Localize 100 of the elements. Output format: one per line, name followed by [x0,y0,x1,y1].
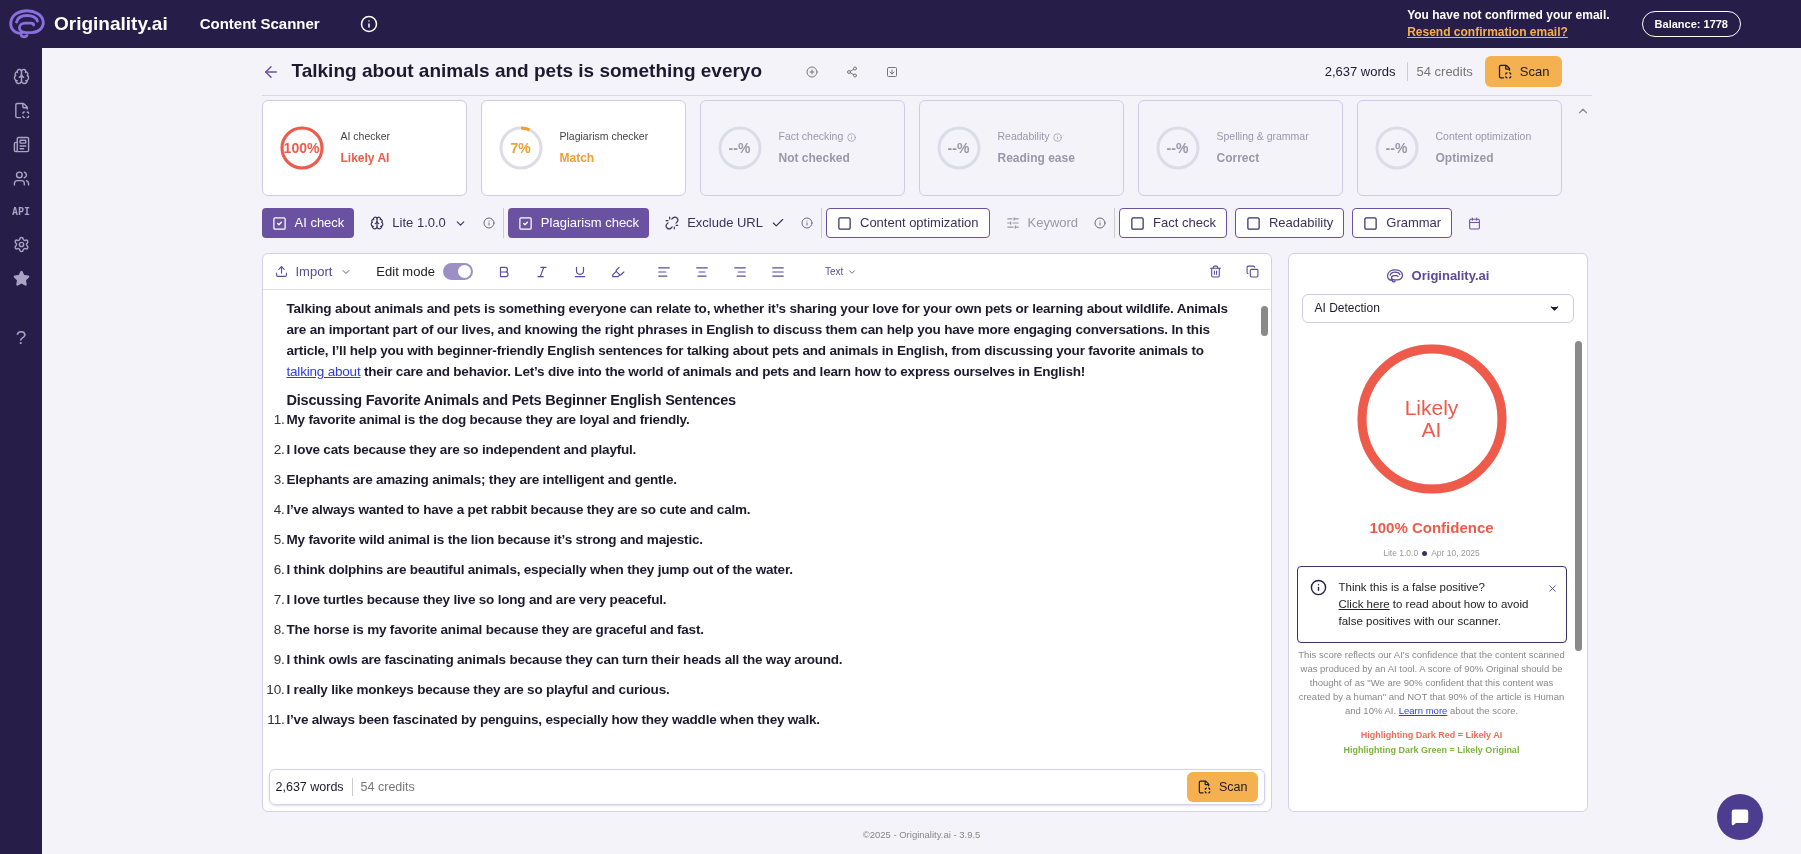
upload-icon [274,265,288,278]
list-item-text: I’ve always been fascinated by penguins, especially how they waddle when they walk. [286,711,820,729]
word-count: 2,637 words [1324,62,1396,81]
score-value: 100% [283,138,320,158]
calendar-icon[interactable] [1468,216,1482,230]
legend-text: Highlighting Dark Red = Likely AI [1360,728,1503,742]
chat-icon [1731,808,1749,826]
check-toggle-button[interactable]: Fact check [1119,208,1227,238]
card-status: Reading ease [997,149,1075,167]
sidebar-nav-icon[interactable] [12,170,30,187]
list-number: 10. [266,681,285,699]
app-title: Content Scanner [199,13,320,34]
model-select[interactable]: Lite 1.0.0 [362,213,475,233]
list-number: 3. [273,471,285,489]
confidence-score: 100% Confidence [1369,517,1494,538]
word-count: 2,637 words [275,778,344,796]
checkbox-icon [1245,215,1261,231]
card-status: Likely AI [340,149,391,167]
detection-mode-select[interactable]: AI Detection [1301,293,1574,323]
click-here-link[interactable]: Click here [1338,597,1390,610]
list-number: 2. [273,441,285,459]
list-number: 11. [267,711,285,729]
model-version: Lite 1.0.0 [1383,547,1419,560]
card-title: Readability [997,129,1050,145]
card-title: Content optimization [1435,129,1532,145]
check-toggle-button[interactable]: Plagiarism check [507,208,650,238]
sidebar-nav-icon[interactable] [12,136,30,153]
edit-mode-switch[interactable] [442,263,473,280]
list-item-text: I love turtles because they live so long and are very peaceful. [286,591,667,609]
card-title: Fact checking [778,129,844,145]
score-value: --% [728,138,751,158]
align-left-icon[interactable] [656,264,671,279]
card-status: Optimized [1435,149,1495,167]
list-item-text: My favorite animal is the dog because they are loyal and friendly. [286,411,690,429]
unlink-icon [665,216,680,230]
panel-brand: Originality.ai [1411,267,1490,285]
check-toggle-button[interactable]: Grammar [1352,208,1453,238]
sidebar-nav-icon[interactable] [12,102,30,119]
align-justify-icon[interactable] [770,264,785,279]
score-ring-icon [278,125,325,171]
brain-logo-icon [1385,268,1404,283]
score-card[interactable]: 7% Plagiarism checker Match [480,100,686,196]
help-nav-item[interactable]: ? [15,324,27,353]
share-icon[interactable] [846,65,859,78]
score-value: 7% [510,138,531,158]
info-icon [1309,578,1327,596]
copyright-footer: ©2025 - Originality.ai - 3.9.5 [42,827,1801,842]
card-title: Spelling & grammar [1216,129,1309,145]
sidebar-nav-icon[interactable] [12,68,30,85]
score-value: --% [1166,138,1189,158]
settings-icon[interactable] [12,236,30,253]
card-title: AI checker [340,129,391,145]
score-ring-icon [497,125,544,171]
copy-icon[interactable] [1245,265,1259,278]
check-toggle-button[interactable]: AI check [261,208,355,238]
star-icon[interactable] [12,270,30,287]
card-status: Not checked [778,149,851,167]
learn-more-link[interactable]: Learn more [1398,704,1448,716]
list-item-text: I love cats because they are so independent and playful. [286,441,637,459]
brand-name: Originality.ai [54,11,168,36]
score-value: --% [947,138,970,158]
check-icon [771,216,785,230]
scan-icon [1496,64,1512,79]
api-nav-item[interactable]: API [11,204,31,219]
download-icon[interactable] [886,65,899,78]
list-item-text: I think owls are fascinating animals because they can turn their heads all the way around. [286,651,843,669]
scan-icon [1197,780,1211,794]
text-style-dropdown[interactable]: Text [824,264,858,279]
card-status: Correct [1216,149,1261,167]
ring-label: Likely AI [1403,396,1460,441]
talking-about-link[interactable]: talking about [286,364,361,379]
score-card[interactable]: 100% AI checker Likely AI [261,100,467,196]
brain-icon [370,216,385,230]
underline-icon[interactable] [572,264,587,279]
checkbox-icon [1363,215,1379,231]
close-icon[interactable] [1546,582,1558,594]
checkbox-icon [517,215,533,231]
check-toggle-button[interactable]: Readability [1234,208,1345,238]
scan-button[interactable]: Scan [1187,771,1258,803]
add-icon[interactable] [806,65,819,78]
scan-date: Apr 10, 2025 [1431,547,1480,560]
delete-icon[interactable] [1208,265,1222,278]
list-number: 8. [273,621,285,639]
list-number: 4. [273,501,285,519]
exclude-url-toggle[interactable]: Exclude URL [657,213,793,233]
check-toggle-button[interactable]: Content optimization [826,208,990,238]
chat-button[interactable] [1717,794,1763,840]
checkbox-icon [271,215,287,231]
list-item-text: I really like monkeys because they are so playful and curious. [286,681,670,699]
scan-button[interactable]: Scan [1484,55,1562,88]
resend-email-link[interactable]: Resend confirmation email? [1407,24,1568,41]
align-center-icon[interactable] [694,264,709,279]
import-button[interactable]: Import [274,261,353,282]
italic-icon[interactable] [534,264,549,279]
highlighter-icon[interactable] [610,264,625,279]
alert-text: Think this is a false positive? Click here to read about how to avoid false positives with our scanner. [1338,579,1530,629]
align-right-icon[interactable] [732,264,747,279]
card-title: Plagiarism checker [559,129,649,145]
credit-count: 54 credits [351,777,415,797]
edit-mode-label: Edit mode [376,262,435,281]
